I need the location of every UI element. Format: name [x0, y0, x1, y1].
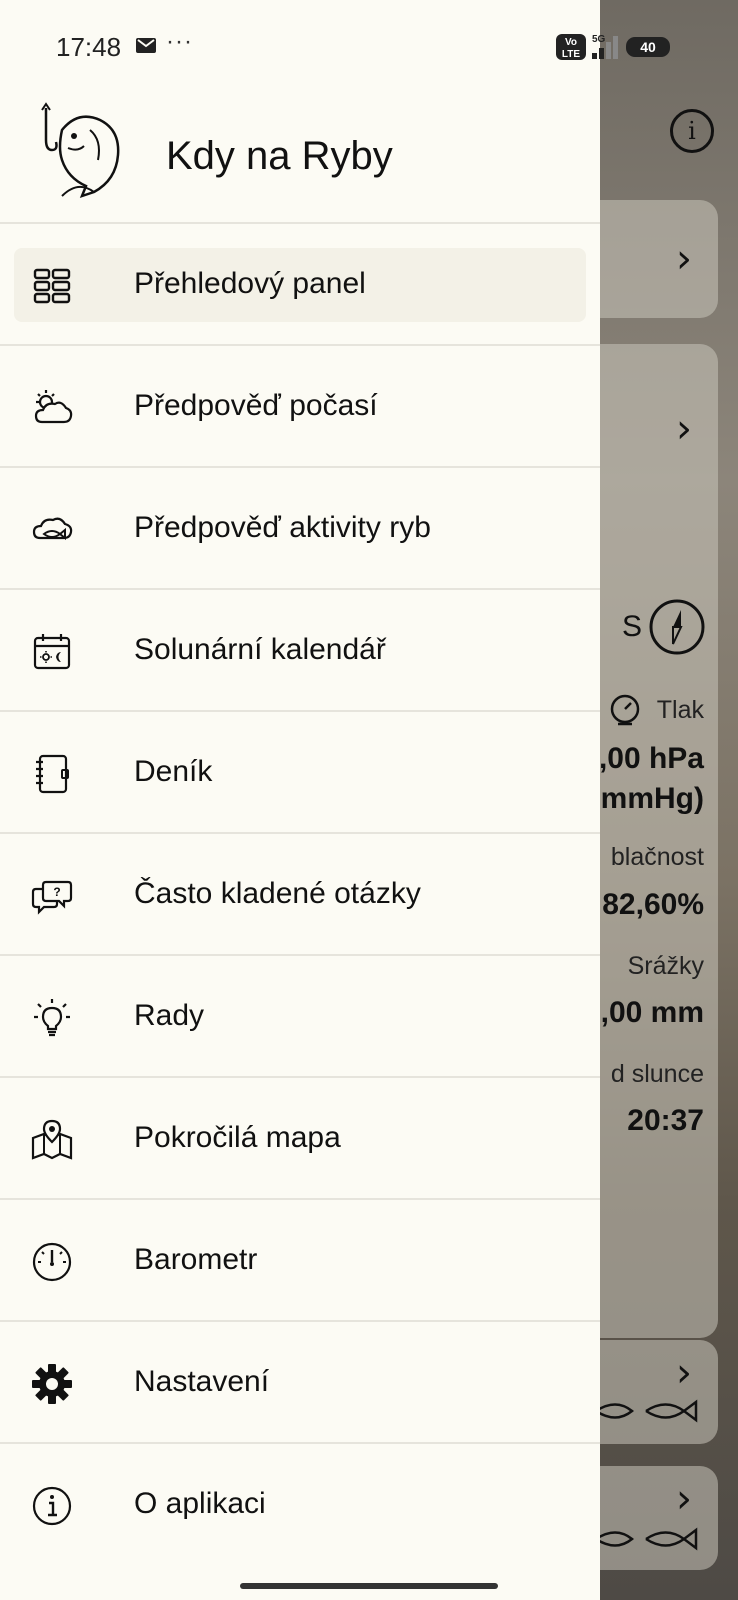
compass-icon — [649, 599, 705, 655]
menu-item-faq[interactable]: ? Často kladené otázky — [0, 834, 600, 954]
fish-logo-icon — [41, 102, 120, 199]
rain-value: ,00 mm — [600, 996, 704, 1029]
battery-level: 40 — [640, 39, 656, 55]
menu-item-label: Deník — [134, 755, 213, 788]
wind-direction: S — [621, 610, 642, 643]
svg-text:Vo: Vo — [565, 37, 577, 48]
drawer-header: Kdy na Ryby — [0, 92, 600, 222]
sun-label: d slunce — [610, 1060, 704, 1088]
menu-item-label: Barometr — [134, 1243, 258, 1276]
map-icon — [31, 1119, 73, 1160]
faq-icon: ? — [31, 880, 73, 915]
navigation-drawer: Kdy na Ryby Přehledový panel Předpověď p… — [0, 0, 600, 1600]
menu-item-label: Solunární kalendář — [134, 633, 386, 666]
menu-item-about[interactable]: O aplikaci — [0, 1444, 600, 1564]
fish-icon — [596, 1399, 698, 1423]
menu-item-label: Pokročilá mapa — [134, 1121, 341, 1154]
more-notifications-icon: ··· — [166, 28, 193, 55]
barometer-icon — [32, 1242, 72, 1282]
menu-item-journal[interactable]: Deník — [0, 712, 600, 832]
menu-item-barometer[interactable]: Barometr — [0, 1200, 600, 1320]
menu-item-fish-activity[interactable]: Předpověď aktivity ryb — [0, 468, 600, 588]
svg-text:LTE: LTE — [562, 49, 580, 60]
pressure-mmhg: mmHg) — [600, 782, 704, 815]
chevron-right-icon: › — [676, 236, 692, 282]
menu-item-label: O aplikaci — [134, 1487, 266, 1520]
status-time: 17:48 — [56, 32, 122, 62]
svg-text:5G: 5G — [592, 34, 606, 45]
menu-item-solunar-calendar[interactable]: Solunární kalendář — [0, 590, 600, 710]
menu-item-advanced-map[interactable]: Pokročilá mapa — [0, 1078, 600, 1198]
menu-item-weather-forecast[interactable]: Předpověď počasí — [0, 346, 600, 466]
menu-item-label: Rady — [134, 999, 205, 1032]
cloud-value: 82,60% — [602, 888, 704, 921]
journal-icon — [36, 754, 69, 794]
status-bar: 17:48 ··· Vo LTE 5G 40 — [0, 0, 738, 92]
fish-activity-icon — [32, 517, 73, 541]
status-icons: Vo LTE 5G 40 — [556, 34, 670, 60]
info-icon[interactable]: i — [670, 109, 714, 153]
menu-item-label: Přehledový panel — [134, 267, 366, 300]
lightbulb-icon — [34, 999, 70, 1037]
pressure-label: Tlak — [656, 696, 704, 724]
menu-item-settings[interactable]: Nastavení — [0, 1322, 600, 1442]
gesture-handle[interactable] — [240, 1583, 498, 1589]
menu-item-label: Nastavení — [134, 1365, 270, 1398]
mail-icon — [136, 38, 156, 53]
gauge-icon — [610, 694, 640, 726]
info-icon — [32, 1486, 72, 1526]
weather-icon — [34, 390, 73, 424]
menu-item-label: Předpověď aktivity ryb — [134, 511, 431, 544]
rain-label: Srážky — [627, 952, 704, 980]
sun-value: 20:37 — [627, 1104, 704, 1137]
menu-item-label: Často kladené otázky — [134, 877, 421, 910]
gear-icon — [32, 1364, 72, 1404]
app-title: Kdy na Ryby — [166, 134, 393, 178]
chevron-right-icon: › — [676, 1350, 692, 1396]
calendar-icon — [33, 634, 71, 670]
fish-icon — [596, 1527, 698, 1551]
menu-item-label: Předpověď počasí — [134, 389, 378, 422]
pressure-value: ,00 hPa — [598, 742, 704, 775]
svg-text:?: ? — [53, 885, 60, 899]
chevron-right-icon: › — [676, 1476, 692, 1522]
menu-item-tips[interactable]: Rady — [0, 956, 600, 1076]
chevron-right-icon: › — [676, 406, 692, 452]
menu-item-dashboard[interactable]: Přehledový panel — [0, 224, 600, 344]
cloud-label: blačnost — [610, 843, 704, 871]
dashboard-icon — [33, 268, 71, 304]
